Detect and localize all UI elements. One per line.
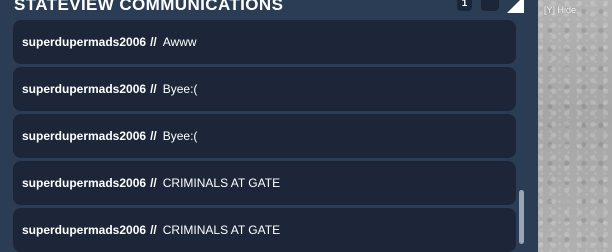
- message-item[interactable]: superdupermads2006 // Byee:(: [13, 114, 516, 158]
- message-username: superdupermads2006: [22, 35, 147, 49]
- message-username: superdupermads2006: [22, 176, 147, 190]
- message-text: CRIMINALS AT GATE: [162, 176, 281, 190]
- message-item[interactable]: superdupermads2006 // Awww: [13, 20, 516, 64]
- message-separator: //: [150, 82, 157, 96]
- message-text: Byee:(: [162, 129, 198, 143]
- message-separator: //: [150, 35, 157, 49]
- message-text: Awww: [162, 35, 197, 49]
- concrete-wall-background: [538, 0, 612, 252]
- communications-panel: STATEVIEW COMMUNICATIONS 1 superdupermad…: [0, 0, 538, 252]
- message-item[interactable]: superdupermads2006 // Byee:(: [13, 67, 516, 111]
- message-item[interactable]: superdupermads2006 // CRIMINALS AT GATE: [13, 161, 516, 205]
- message-item[interactable]: superdupermads2006 // CRIMINALS AT GATE: [13, 208, 516, 252]
- message-count-badge: 1: [457, 0, 472, 11]
- collapse-corner-icon[interactable]: [506, 0, 524, 13]
- message-separator: //: [150, 129, 157, 143]
- message-list[interactable]: superdupermads2006 // Awww superdupermad…: [13, 20, 516, 252]
- message-separator: //: [150, 176, 157, 190]
- message-username: superdupermads2006: [22, 223, 147, 237]
- message-username: superdupermads2006: [22, 82, 147, 96]
- message-username: superdupermads2006: [22, 129, 147, 143]
- message-text: Byee:(: [162, 82, 198, 96]
- hide-hint-label: [Y] Hide: [544, 5, 577, 15]
- message-text: CRIMINALS AT GATE: [162, 223, 281, 237]
- panel-title: STATEVIEW COMMUNICATIONS: [14, 0, 284, 14]
- scrollbar-thumb[interactable]: [519, 190, 524, 244]
- message-separator: //: [150, 223, 157, 237]
- panel-toggle-button[interactable]: [481, 0, 499, 11]
